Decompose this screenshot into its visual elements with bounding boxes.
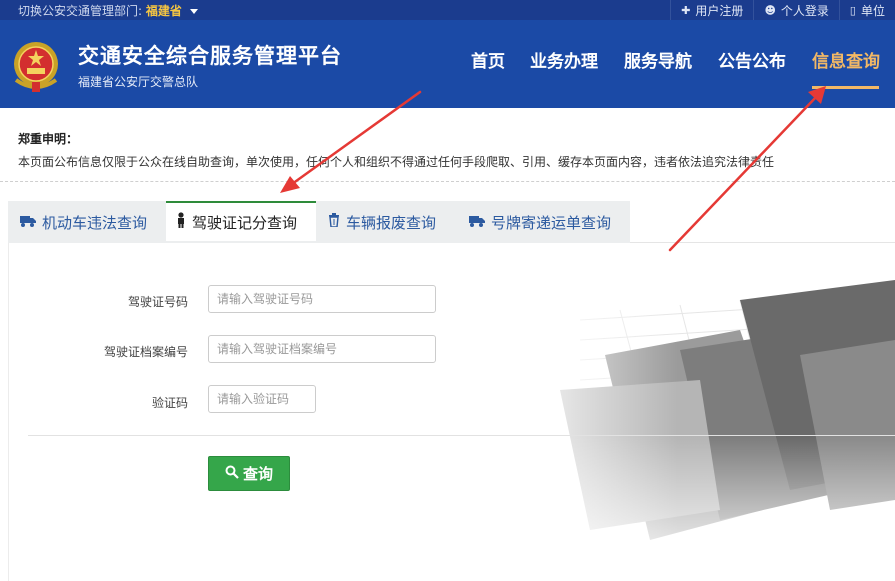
notice-body: 本页面公布信息仅限于公众在线自助查询，单次使用，任何个人和组织不得通过任何手段爬… — [18, 155, 775, 169]
user-icon: ☻ — [764, 3, 776, 17]
tab-label: 驾驶证记分查询 — [192, 213, 298, 232]
top-bar: 切换公安交通管理部门: 福建省 ✚ 用户注册 ☻ 个人登录 ▯ 单位 — [0, 0, 895, 20]
building-icon: ▯ — [849, 3, 856, 17]
captcha-label: 验证码 — [151, 396, 188, 410]
search-button[interactable]: 查询 — [208, 456, 290, 491]
tab-vehicle-violation[interactable]: 机动车违法查询 — [20, 201, 147, 243]
search-button-label: 查询 — [242, 465, 273, 483]
top-links: ✚ 用户注册 ☻ 个人登录 ▯ 单位 — [670, 0, 895, 20]
truck-icon — [469, 213, 485, 231]
personal-login-label: 个人登录 — [780, 3, 829, 18]
notice-section: 郑重申明： 本页面公布信息仅限于公众在线自助查询，单次使用，任何个人和组织不得通… — [0, 108, 895, 182]
site-subtitle: 福建省公安厅交警总队 — [78, 75, 199, 89]
notice-title: 郑重申明： — [18, 132, 79, 146]
query-tabs: 机动车违法查询 驾驶证记分查询 车辆报废查询 号牌寄递运单查询 — [8, 201, 630, 243]
truck-icon — [20, 213, 36, 231]
caret-down-icon[interactable] — [189, 9, 198, 14]
site-header: 交通安全综合服务管理平台 福建省公安厅交警总队 首页 业务办理 服务导航 公告公… — [0, 20, 895, 108]
tab-plate-delivery[interactable]: 号牌寄递运单查询 — [469, 201, 611, 243]
license-number-input[interactable] — [208, 285, 436, 313]
tab-label: 机动车违法查询 — [42, 213, 148, 232]
nav-service-guide[interactable]: 服务导航 — [624, 47, 692, 72]
captcha-input[interactable] — [208, 385, 316, 413]
nav-home[interactable]: 首页 — [471, 47, 505, 72]
person-icon — [176, 212, 186, 232]
trash-icon — [328, 213, 340, 231]
nav-info-query[interactable]: 信息查询 — [812, 47, 880, 72]
nav-announcements[interactable]: 公告公布 — [718, 47, 786, 72]
personal-login-link[interactable]: ☻ 个人登录 — [753, 0, 838, 20]
search-icon — [225, 465, 239, 483]
site-title: 交通安全综合服务管理平台 — [78, 44, 342, 68]
license-file-number-label: 驾驶证档案编号 — [103, 345, 188, 359]
tab-label: 号牌寄递运单查询 — [491, 213, 612, 232]
department-label: 切换公安交通管理部门: — [18, 4, 143, 18]
form-divider — [28, 435, 895, 436]
license-number-label: 驾驶证号码 — [127, 295, 188, 309]
police-emblem-logo — [14, 42, 58, 92]
tab-panel-left-border — [8, 243, 9, 581]
nav-business[interactable]: 业务办理 — [530, 47, 598, 72]
department-switcher[interactable]: 切换公安交通管理部门: 福建省 — [18, 2, 198, 19]
unit-login-label: 单位 — [860, 3, 885, 18]
tab-vehicle-scrap[interactable]: 车辆报废查询 — [328, 201, 436, 243]
license-file-number-input[interactable] — [208, 335, 436, 363]
tab-label: 车辆报废查询 — [346, 213, 437, 232]
register-link[interactable]: ✚ 用户注册 — [670, 0, 753, 20]
province-selector[interactable]: 福建省 — [146, 4, 182, 18]
tab-license-points[interactable]: 驾驶证记分查询 — [166, 201, 316, 241]
background-cards-image — [500, 260, 895, 581]
plus-icon: ✚ — [681, 3, 691, 17]
register-label: 用户注册 — [695, 3, 744, 18]
tab-panel-border — [630, 242, 895, 243]
unit-login-link[interactable]: ▯ 单位 — [838, 0, 895, 20]
active-nav-underline — [812, 86, 879, 89]
